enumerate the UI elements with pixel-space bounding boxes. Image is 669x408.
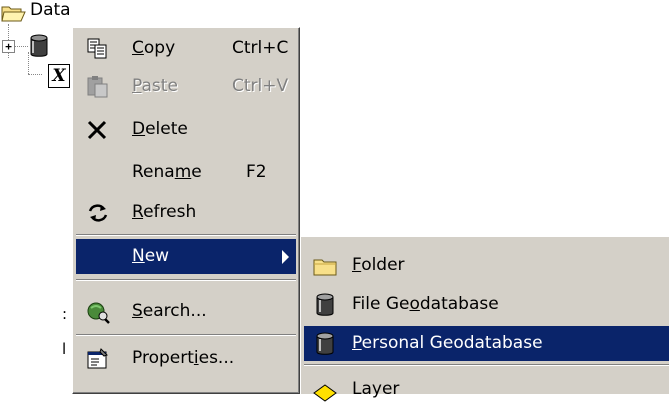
context-menu: Copy Ctrl+C Paste Ctrl+V Delete Rename F… bbox=[72, 27, 300, 394]
tree-root-label[interactable]: Data bbox=[30, 0, 71, 20]
toolbox-x-icon[interactable]: X bbox=[48, 64, 70, 88]
database-icon bbox=[312, 292, 338, 318]
search-icon bbox=[85, 299, 111, 325]
copy-icon bbox=[85, 36, 111, 62]
menu-item-refresh[interactable]: Refresh bbox=[76, 195, 296, 230]
database-icon[interactable] bbox=[30, 34, 48, 58]
tree-connector bbox=[14, 46, 28, 47]
submenu-item-personal-geodatabase[interactable]: Personal Geodatabase bbox=[304, 326, 669, 361]
shortcut-label: Ctrl+V bbox=[232, 76, 289, 96]
submenu-new: Folder File Geodatabase Personal Geodata… bbox=[300, 236, 669, 402]
menu-item-paste[interactable]: Paste Ctrl+V bbox=[76, 69, 296, 104]
menu-separator bbox=[76, 334, 296, 336]
submenu-item-layer[interactable]: Layer bbox=[304, 372, 669, 407]
menu-item-rename[interactable]: Rename F2 bbox=[76, 155, 296, 190]
folder-open-icon bbox=[1, 3, 26, 23]
paste-icon bbox=[85, 74, 111, 100]
layer-icon bbox=[312, 377, 338, 403]
tree-connector bbox=[28, 74, 42, 75]
menu-item-properties[interactable]: Properties... bbox=[76, 341, 296, 376]
menu-item-new[interactable]: New bbox=[76, 239, 296, 274]
menu-separator bbox=[76, 279, 296, 281]
hidden-text-fragment: : bbox=[62, 305, 68, 323]
expand-icon[interactable]: + bbox=[2, 40, 15, 53]
menu-item-delete[interactable]: Delete bbox=[76, 112, 296, 147]
submenu-item-file-geodatabase[interactable]: File Geodatabase bbox=[304, 287, 669, 322]
shortcut-label: Ctrl+C bbox=[232, 38, 289, 58]
refresh-icon bbox=[85, 200, 111, 226]
submenu-item-folder[interactable]: Folder bbox=[304, 248, 669, 283]
menu-separator bbox=[76, 234, 296, 236]
menu-item-copy[interactable]: Copy Ctrl+C bbox=[76, 31, 296, 66]
delete-x-icon bbox=[85, 117, 111, 143]
folder-icon bbox=[312, 253, 338, 279]
hidden-text-fragment: l bbox=[62, 340, 67, 358]
submenu-arrow-icon bbox=[282, 250, 289, 264]
shortcut-label: F2 bbox=[246, 162, 267, 182]
properties-icon bbox=[85, 346, 111, 372]
menu-item-search[interactable]: Search... bbox=[76, 294, 296, 329]
menu-separator bbox=[304, 364, 669, 366]
database-icon bbox=[312, 331, 338, 357]
tree-connector bbox=[28, 52, 29, 74]
